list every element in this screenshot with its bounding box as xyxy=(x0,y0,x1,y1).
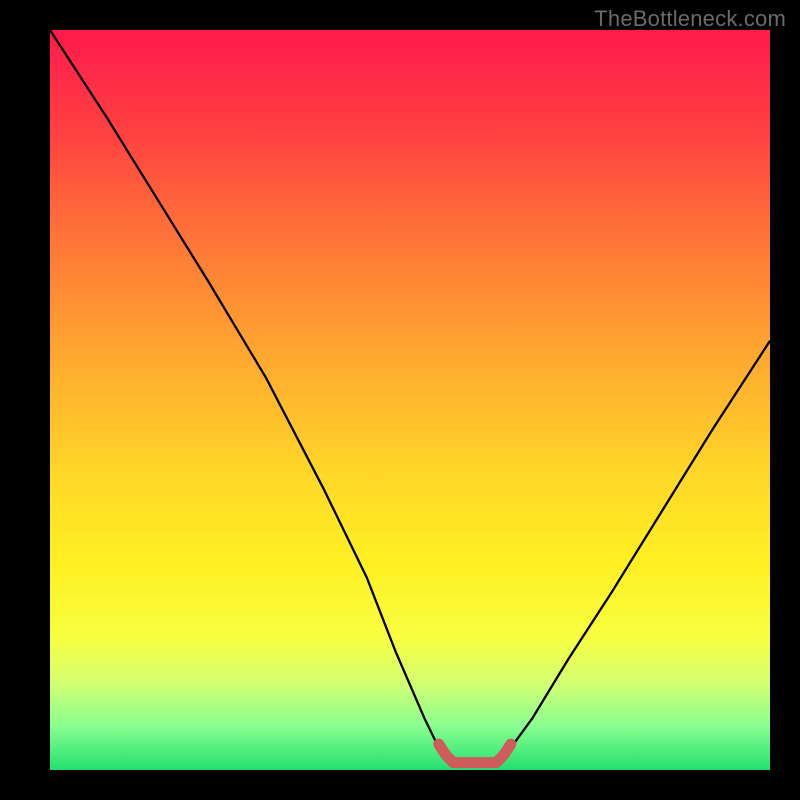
optimal-range-marker-line xyxy=(439,744,511,763)
plot-area xyxy=(50,30,770,770)
chart-svg xyxy=(50,30,770,770)
bottleneck-curve-line xyxy=(50,30,770,763)
chart-frame: TheBottleneck.com xyxy=(0,0,800,800)
watermark-text: TheBottleneck.com xyxy=(594,6,786,32)
